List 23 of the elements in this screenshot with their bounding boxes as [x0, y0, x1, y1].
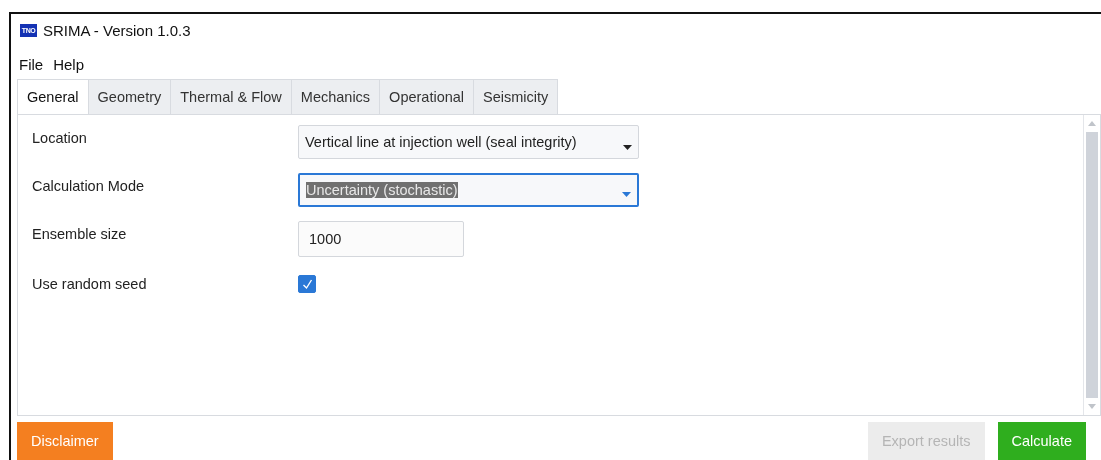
dropdown[interactable]: Uncertainty (stochastic): [298, 173, 639, 207]
dropdown[interactable]: Vertical line at injection well (seal integrity): [298, 125, 639, 159]
field-label: Calculation Mode: [32, 177, 146, 194]
caret-icon: [623, 145, 632, 150]
tab[interactable]: Operational: [379, 79, 475, 115]
tab[interactable]: Mechanics: [290, 79, 381, 115]
input-field[interactable]: 1000: [298, 221, 464, 257]
scroll-down-icon[interactable]: [1088, 404, 1096, 409]
tab[interactable]: General: [17, 79, 89, 115]
tab[interactable]: Seismicity: [473, 79, 559, 115]
check-icon: [301, 278, 313, 290]
field-label: Use random seed: [32, 275, 148, 292]
scroll-up-icon[interactable]: [1088, 121, 1096, 126]
field-label: Ensemble size: [32, 225, 128, 242]
tab[interactable]: Thermal & Flow: [170, 79, 292, 115]
tab[interactable]: Geometry: [87, 79, 172, 115]
menu-item[interactable]: Help: [53, 55, 85, 73]
menu-item[interactable]: File: [19, 55, 44, 73]
caret-icon: [622, 192, 631, 197]
field-label: Location: [32, 129, 88, 146]
checkbox[interactable]: [298, 275, 316, 293]
window-title: SRIMA - Version 1.0.3: [43, 22, 191, 39]
scrollbar[interactable]: [1083, 115, 1100, 415]
